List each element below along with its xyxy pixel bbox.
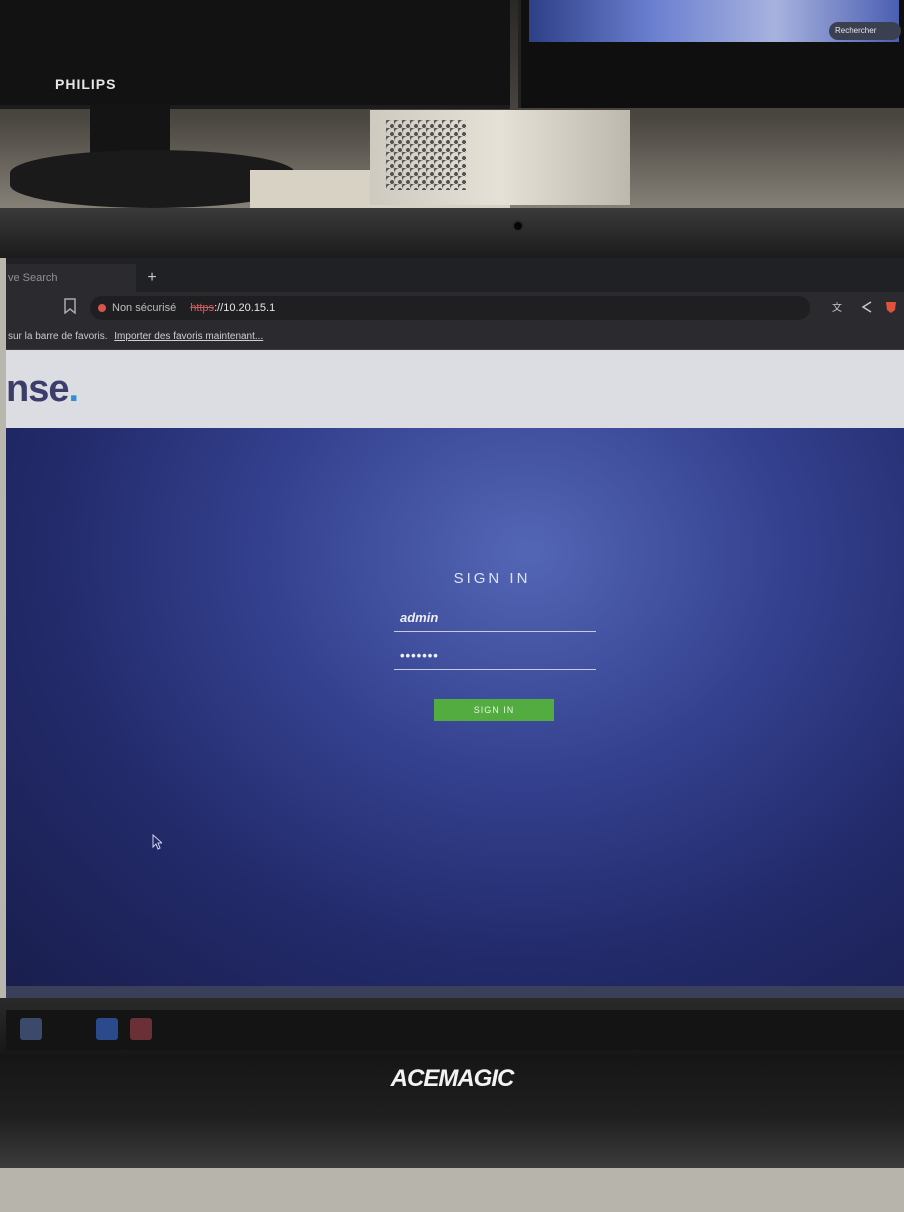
pc-case <box>370 110 630 205</box>
page-footer <box>6 986 904 998</box>
translate-icon[interactable]: 文 <box>832 300 846 317</box>
laptop-brand: ACEMAGIC <box>390 1065 515 1092</box>
taskbar-app-icon[interactable] <box>96 1018 118 1040</box>
windows-search-box: Rechercher <box>829 22 901 40</box>
background-monitor: PHILIPS <box>0 0 510 109</box>
browser-tab[interactable]: ve Search <box>6 264 136 292</box>
table-surface <box>0 1168 904 1212</box>
brave-lion-icon[interactable] <box>884 300 898 317</box>
password-input[interactable] <box>394 642 596 670</box>
bookmark-icon[interactable] <box>64 298 78 316</box>
taskbar-app-icon[interactable] <box>20 1018 42 1040</box>
login-area: SIGN IN SIGN IN <box>6 428 904 998</box>
signin-button[interactable]: SIGN IN <box>434 699 554 721</box>
url-field[interactable]: Non sécurisé https ://10.20.15.1 <box>90 296 810 320</box>
bookmarks-bar: sur la barre de favoris. Importer des fa… <box>6 324 904 350</box>
background-monitor-brand: PHILIPS <box>55 76 117 92</box>
webcam-icon <box>514 222 522 230</box>
import-bookmarks-link[interactable]: Importer des favoris maintenant... <box>114 331 263 342</box>
brave-taskbar-icon[interactable] <box>130 1018 152 1040</box>
url-scheme: https <box>190 302 215 314</box>
mouse-cursor-icon <box>152 833 164 853</box>
page-header: nse. <box>6 350 904 428</box>
brand-logo-text: nse <box>6 368 69 410</box>
laptop-bezel-top <box>0 208 904 258</box>
laptop-screen: ve Search + Non sécurisé https ://10.20.… <box>6 258 904 998</box>
warning-icon <box>98 304 106 312</box>
signin-title: SIGN IN <box>453 570 531 587</box>
security-status[interactable]: Non sécurisé <box>112 302 176 314</box>
url-host: ://10.20.15.1 <box>214 302 276 314</box>
svg-text:文: 文 <box>832 301 842 314</box>
share-icon[interactable] <box>860 300 874 317</box>
second-monitor-screen: Rechercher <box>529 0 901 42</box>
username-input[interactable] <box>394 604 596 632</box>
address-bar: Non sécurisé https ://10.20.15.1 文 <box>6 292 904 324</box>
bookmarks-hint: sur la barre de favoris. <box>8 331 108 342</box>
new-tab-button[interactable]: + <box>142 264 162 292</box>
brand-logo: nse. <box>6 368 79 411</box>
taskbar <box>6 1010 904 1050</box>
pc-vent <box>386 120 466 190</box>
brand-logo-dot: . <box>68 368 79 410</box>
second-monitor: Rechercher <box>518 0 904 108</box>
browser-tab-bar: ve Search + <box>6 258 904 292</box>
